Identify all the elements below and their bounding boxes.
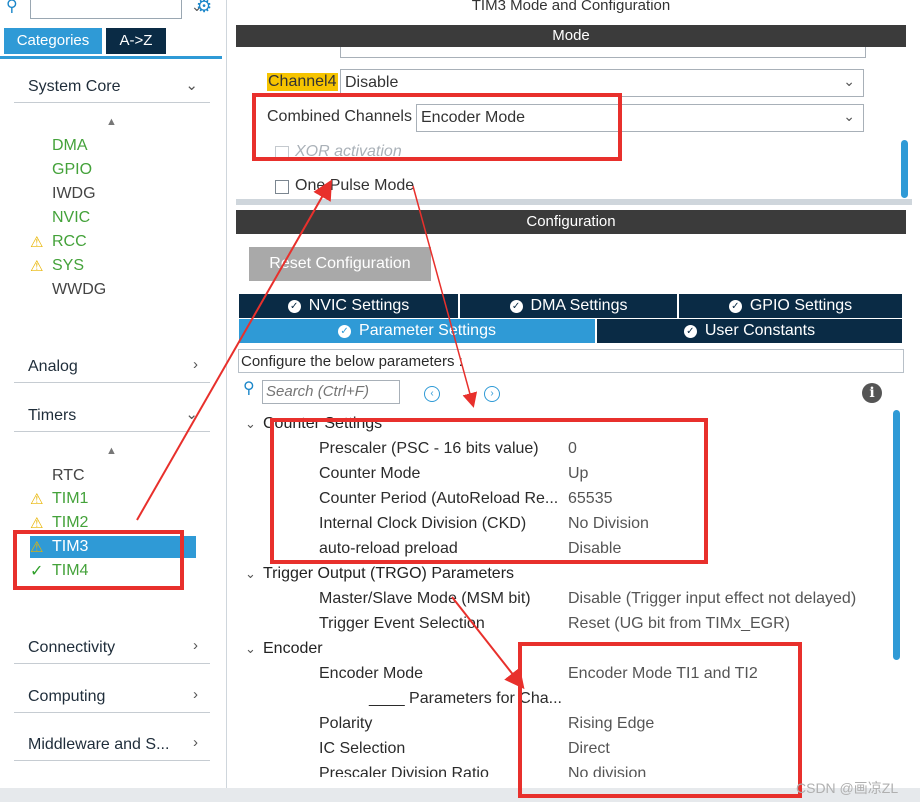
arrow-tim3-to-mode <box>136 179 332 521</box>
annotation-arrows <box>136 179 525 690</box>
arrow-to-encoder <box>451 596 525 690</box>
watermark: CSDN @画凉ZL <box>796 780 899 796</box>
arrow-mode-to-params <box>412 185 478 408</box>
